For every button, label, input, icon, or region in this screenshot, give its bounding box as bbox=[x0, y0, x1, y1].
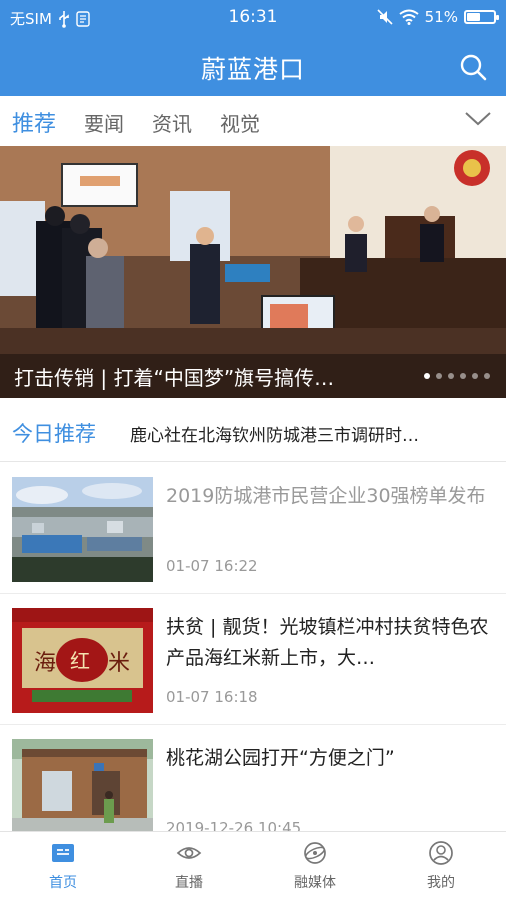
search-icon[interactable] bbox=[458, 52, 488, 82]
news-thumbnail bbox=[12, 477, 153, 582]
today-label: 今日推荐 bbox=[12, 422, 96, 446]
globe-icon bbox=[304, 842, 326, 864]
carousel-dot[interactable] bbox=[472, 373, 478, 379]
nav-media-label: 融媒体 bbox=[294, 875, 336, 891]
today-headline[interactable]: 鹿心社在北海钦州防城港三市调研时… bbox=[130, 421, 419, 446]
mute-icon bbox=[377, 9, 393, 25]
carousel-dot[interactable] bbox=[448, 373, 454, 379]
status-right: 51% bbox=[377, 8, 499, 26]
bottom-navigation: 首页 直播 融媒体 我的 bbox=[0, 831, 506, 900]
carousel-dot[interactable] bbox=[424, 373, 430, 379]
svg-text:米: 米 bbox=[108, 651, 130, 676]
tab-recommend[interactable]: 推荐 bbox=[12, 106, 56, 138]
app-header: 蔚蓝港口 bbox=[0, 36, 506, 96]
battery-icon bbox=[464, 10, 499, 24]
home-icon bbox=[52, 844, 74, 862]
battery-fill bbox=[467, 13, 480, 21]
status-bar: 无SIM 16:31 51% bbox=[0, 0, 506, 36]
svg-text:海: 海 bbox=[34, 651, 56, 676]
news-thumbnail bbox=[12, 739, 153, 844]
app-title: 蔚蓝港口 bbox=[200, 55, 305, 84]
nav-home[interactable]: 首页 bbox=[0, 840, 126, 892]
news-item[interactable]: 海 红 米 扶贫 | 靓货！光坡镇栏冲村扶贫特色农产品海红米新上市，大… 01-… bbox=[0, 594, 506, 725]
nav-live[interactable]: 直播 bbox=[126, 840, 252, 892]
banner-caption-bar: 打击传销 | 打着“中国梦”旗号搞传… bbox=[0, 354, 506, 398]
carousel-dot[interactable] bbox=[484, 373, 490, 379]
news-item[interactable]: 2019防城港市民营企业30强榜单发布 01-07 16:22 bbox=[0, 463, 506, 594]
nav-home-label: 首页 bbox=[49, 875, 77, 891]
tab-info[interactable]: 资讯 bbox=[152, 108, 192, 137]
news-title: 2019防城港市民营企业30强榜单发布 bbox=[166, 485, 486, 507]
eye-icon bbox=[176, 847, 202, 859]
user-icon bbox=[429, 841, 453, 865]
news-time: 01-07 16:18 bbox=[166, 688, 258, 706]
banner-carousel[interactable]: 打击传销 | 打着“中国梦”旗号搞传… bbox=[0, 146, 506, 398]
nav-media[interactable]: 融媒体 bbox=[252, 840, 378, 892]
news-title: 桃花湖公园打开“方便之门” bbox=[166, 747, 395, 769]
category-tabs: 推荐 要闻 资讯 视觉 bbox=[0, 96, 506, 146]
nav-mine-label: 我的 bbox=[427, 875, 455, 891]
news-thumbnail: 海 红 米 bbox=[12, 608, 153, 713]
carousel-indicator bbox=[424, 373, 490, 379]
news-title: 扶贫 | 靓货！光坡镇栏冲村扶贫特色农产品海红米新上市，大… bbox=[166, 616, 489, 669]
wifi-icon bbox=[399, 9, 419, 25]
svg-text:红: 红 bbox=[70, 649, 90, 673]
banner-caption: 打击传销 | 打着“中国梦”旗号搞传… bbox=[14, 366, 335, 390]
chevron-down-icon[interactable] bbox=[464, 108, 492, 130]
nav-live-label: 直播 bbox=[175, 875, 203, 891]
battery-percent: 51% bbox=[424, 8, 458, 26]
today-recommend[interactable]: 今日推荐 鹿心社在北海钦州防城港三市调研时… bbox=[0, 398, 506, 462]
tab-visual[interactable]: 视觉 bbox=[220, 108, 260, 137]
tab-headlines[interactable]: 要闻 bbox=[84, 108, 124, 137]
nav-mine[interactable]: 我的 bbox=[378, 840, 504, 892]
carousel-dot[interactable] bbox=[436, 373, 442, 379]
carousel-dot[interactable] bbox=[460, 373, 466, 379]
news-time: 01-07 16:22 bbox=[166, 557, 258, 575]
